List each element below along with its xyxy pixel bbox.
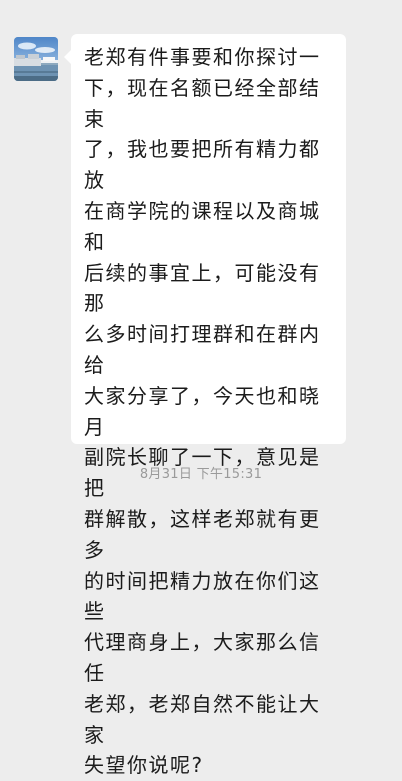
avatar[interactable] bbox=[14, 37, 58, 81]
chat-message-row: 老郑有件事要和你探讨一 下，现在名额已经全部结束 了，我也要把所有精力都放 在商… bbox=[0, 0, 402, 777]
message-text: 老郑有件事要和你探讨一 下，现在名额已经全部结束 了，我也要把所有精力都放 在商… bbox=[84, 45, 321, 778]
message-timestamp: 8月31日 下午15:31 bbox=[139, 467, 263, 482]
message-bubble[interactable]: 老郑有件事要和你探讨一 下，现在名额已经全部结束 了，我也要把所有精力都放 在商… bbox=[64, 34, 346, 777]
harbor-photo-icon bbox=[14, 37, 58, 81]
